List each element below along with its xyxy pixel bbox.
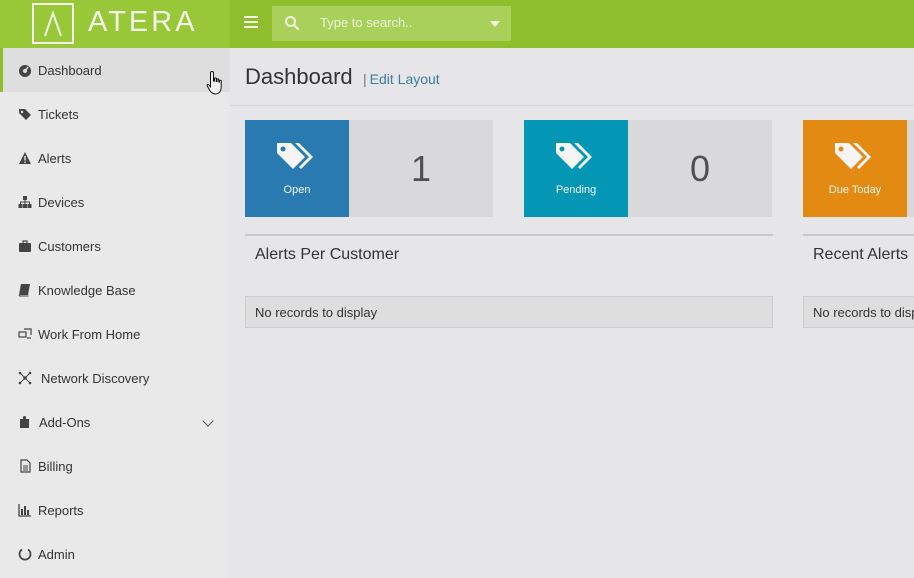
page-title: Dashboard xyxy=(245,64,353,89)
tile-open[interactable]: Open 1 xyxy=(245,120,493,217)
sitemap-icon xyxy=(18,195,32,209)
logo[interactable]: ATERA xyxy=(0,0,230,48)
tile-count: 0 xyxy=(689,147,711,189)
tile-color-block: Due Today xyxy=(803,120,907,217)
separator: | xyxy=(363,71,367,87)
edit-layout-label: Edit Layout xyxy=(369,71,440,87)
panel-top-border xyxy=(245,234,773,236)
bar-chart-icon xyxy=(18,503,32,517)
sidebar-item-alerts[interactable]: Alerts xyxy=(0,136,230,180)
sidebar-item-label: Customers xyxy=(38,238,101,254)
sidebar-item-label: Tickets xyxy=(38,106,79,122)
sidebar-item-label: Dashboard xyxy=(38,62,102,78)
sidebar-item-network-discovery[interactable]: Network Discovery xyxy=(0,356,230,400)
search-box[interactable] xyxy=(272,6,511,41)
puzzle-icon xyxy=(18,415,32,429)
sidebar-item-devices[interactable]: Devices xyxy=(0,180,230,224)
panel-title: Alerts Per Customer xyxy=(255,246,400,263)
sidebar-item-work-from-home[interactable]: Work From Home xyxy=(0,312,230,356)
sidebar-item-customers[interactable]: Customers xyxy=(0,224,230,268)
tags-icon xyxy=(835,143,871,169)
dashboard-icon xyxy=(18,63,32,77)
sidebar-item-billing[interactable]: Billing xyxy=(0,444,230,488)
chevron-down-icon xyxy=(202,415,214,427)
sidebar: Dashboard Tickets Alerts Devices Custome… xyxy=(0,48,230,578)
menu-toggle-icon[interactable] xyxy=(244,16,258,28)
tile-color-block: Open xyxy=(245,120,349,217)
tile-pending[interactable]: Pending 0 xyxy=(524,120,772,217)
sidebar-item-label: Reports xyxy=(38,502,84,518)
panel-title: Recent Alerts xyxy=(813,246,909,263)
circle-notch-icon xyxy=(18,547,32,561)
page-header: Dashboard | Edit Layout xyxy=(230,48,914,106)
book-icon xyxy=(18,283,32,297)
sidebar-item-label: Network Discovery xyxy=(41,370,150,386)
panel-recent-alerts: Recent Alerts No records to display xyxy=(803,234,914,334)
tags-icon xyxy=(277,143,313,169)
file-icon xyxy=(18,459,32,473)
sidebar-item-admin[interactable]: Admin xyxy=(0,532,230,576)
tile-label: Pending xyxy=(555,184,597,196)
tags-icon xyxy=(556,143,592,169)
tile-color-block: Pending xyxy=(524,120,628,217)
sidebar-item-add-ons[interactable]: Add-Ons xyxy=(0,400,230,444)
tile-label: Open xyxy=(283,184,311,196)
main-content: Dashboard |Edit Layout Open 1 Pending 0 xyxy=(230,48,914,578)
sidebar-item-label: Devices xyxy=(38,194,85,210)
search-input[interactable] xyxy=(318,14,482,31)
atera-logo-icon xyxy=(32,3,74,44)
warning-icon xyxy=(18,151,32,165)
briefcase-icon xyxy=(18,239,32,253)
sidebar-item-knowledge-base[interactable]: Knowledge Base xyxy=(0,268,230,312)
panel-top-border xyxy=(803,234,914,236)
tile-label: Due Today xyxy=(828,184,882,196)
logo-text: ATERA xyxy=(88,6,198,38)
sidebar-item-reports[interactable]: Reports xyxy=(0,488,230,532)
empty-message: No records to display xyxy=(803,296,914,328)
network-icon xyxy=(18,371,32,385)
sidebar-item-tickets[interactable]: Tickets xyxy=(0,92,230,136)
caret-down-icon[interactable] xyxy=(490,21,500,27)
sidebar-item-label: Add-Ons xyxy=(39,414,91,430)
sidebar-item-label: Admin xyxy=(38,546,75,562)
tags-icon xyxy=(18,107,32,121)
top-bar: ATERA xyxy=(0,0,914,48)
tile-due-today[interactable]: Due Today xyxy=(803,120,914,217)
sidebar-item-label: Knowledge Base xyxy=(38,282,136,298)
sidebar-item-label: Alerts xyxy=(38,150,72,166)
sidebar-item-label: Billing xyxy=(38,458,73,474)
empty-message: No records to display xyxy=(245,296,773,328)
sidebar-item-dashboard[interactable]: Dashboard xyxy=(0,48,230,92)
search-icon xyxy=(285,16,300,31)
edit-layout-link[interactable]: | Edit Layout xyxy=(363,71,440,87)
remote-icon xyxy=(18,327,32,341)
hand-cursor-icon xyxy=(206,70,222,95)
sidebar-item-label: Work From Home xyxy=(38,326,141,342)
tile-count: 1 xyxy=(410,147,432,189)
